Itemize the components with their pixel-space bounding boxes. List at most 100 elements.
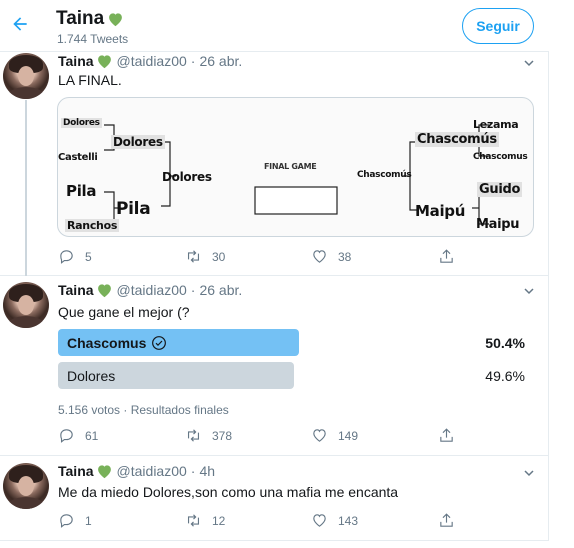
retweet-icon xyxy=(187,429,200,442)
like-icon xyxy=(313,429,326,442)
profile-header: Taina 1.744 Tweets Seguir xyxy=(0,0,549,52)
green-heart-icon xyxy=(97,465,111,479)
avatar[interactable] xyxy=(3,53,49,99)
reply-button[interactable]: 1 xyxy=(58,512,92,529)
tweet-text: Que gane el mejor (? xyxy=(58,304,190,320)
reply-count: 1 xyxy=(85,513,92,528)
like-button[interactable]: 143 xyxy=(311,512,358,529)
chevron-down-icon[interactable] xyxy=(523,467,535,479)
author-handle[interactable]: @taidiaz00 xyxy=(117,53,187,69)
bracket-team: Ranchos xyxy=(65,219,120,232)
next-tweet-edge xyxy=(0,541,549,548)
like-icon xyxy=(313,514,326,527)
poll-option: Chascomus 50.4% xyxy=(58,329,525,356)
reply-button[interactable]: 5 xyxy=(58,248,92,265)
retweet-count: 378 xyxy=(212,428,233,443)
reply-button[interactable]: 61 xyxy=(58,427,98,444)
bracket-team: Guido xyxy=(477,182,523,197)
tweet[interactable]: Taina @taidiaz00 · 26 abr. LA FINAL. Dol… xyxy=(0,52,549,276)
meta-dot: · xyxy=(190,463,196,479)
tweet[interactable]: Taina @taidiaz00 · 4h Me da miedo Dolore… xyxy=(0,456,549,541)
bracket-team: Dolores xyxy=(61,118,102,128)
bracket-image[interactable]: Dolores Castelli Pila Ranchos Dolores Pi… xyxy=(57,97,534,237)
retweet-icon xyxy=(187,250,200,263)
tweet-date[interactable]: 4h xyxy=(199,463,215,479)
like-count: 143 xyxy=(338,513,359,528)
bracket-team: Chascomús xyxy=(415,132,499,147)
reply-icon xyxy=(60,250,73,264)
like-icon xyxy=(313,250,326,263)
profile-name: Taina xyxy=(56,8,105,29)
profile-timeline: Taina 1.744 Tweets Seguir Taina @taidiaz… xyxy=(0,0,549,548)
bracket-team: Maipu xyxy=(476,217,520,232)
author-name[interactable]: Taina xyxy=(58,463,94,479)
retweet-icon xyxy=(187,514,200,527)
tweet-actions: 61 378 149 xyxy=(58,427,458,445)
meta-dot: · xyxy=(190,53,196,69)
tweet-header: Taina @taidiaz00 · 26 abr. xyxy=(58,282,242,298)
bracket-team: Maipú xyxy=(415,202,466,220)
retweet-button[interactable]: 30 xyxy=(185,248,225,265)
green-heart-icon xyxy=(109,13,123,27)
back-button[interactable] xyxy=(6,10,34,38)
like-count: 149 xyxy=(338,428,359,443)
tweet-header: Taina @taidiaz00 · 26 abr. xyxy=(58,53,242,69)
reply-icon xyxy=(60,429,73,443)
tweet[interactable]: Taina @taidiaz00 · 26 abr. Que gane el m… xyxy=(0,276,549,456)
avatar[interactable] xyxy=(3,463,49,509)
check-circle-icon xyxy=(152,336,167,350)
like-count: 38 xyxy=(338,249,352,264)
author-name[interactable]: Taina xyxy=(58,53,94,69)
bracket-team: Pila xyxy=(66,182,97,200)
chevron-down-icon[interactable] xyxy=(523,57,535,69)
tweet-header: Taina @taidiaz00 · 4h xyxy=(58,463,215,479)
share-icon xyxy=(440,249,453,263)
tweet-actions: 5 30 38 xyxy=(58,248,458,266)
share-button[interactable] xyxy=(438,512,455,529)
retweet-count: 12 xyxy=(212,513,226,528)
tweet-count: 1.744 Tweets xyxy=(57,32,129,46)
meta-dot: · xyxy=(190,282,196,298)
poll-option-text: Chascomus xyxy=(67,335,147,351)
poll-option-label: Dolores xyxy=(67,368,115,384)
follow-button[interactable]: Seguir xyxy=(462,8,534,44)
bracket-team: Pila xyxy=(116,199,151,219)
author-name[interactable]: Taina xyxy=(58,282,94,298)
share-icon xyxy=(440,428,453,442)
reply-count: 5 xyxy=(85,249,92,264)
author-handle[interactable]: @taidiaz00 xyxy=(117,282,187,298)
tweet-text: Me da miedo Dolores,son como una mafia m… xyxy=(58,484,399,500)
retweet-button[interactable]: 12 xyxy=(185,512,225,529)
poll-percentage: 49.6% xyxy=(485,368,525,384)
bracket-team: Dolores xyxy=(162,170,212,184)
bracket-team: Lezama xyxy=(473,118,519,131)
share-icon xyxy=(440,513,453,527)
retweet-button[interactable]: 378 xyxy=(185,427,232,444)
tweet-actions: 1 12 143 xyxy=(58,512,458,530)
tweet-date[interactable]: 26 abr. xyxy=(199,282,242,298)
tweet-date[interactable]: 26 abr. xyxy=(199,53,242,69)
share-button[interactable] xyxy=(438,248,455,265)
avatar[interactable] xyxy=(3,282,49,328)
poll-option: Dolores 49.6% xyxy=(58,362,525,389)
author-handle[interactable]: @taidiaz00 xyxy=(117,463,187,479)
like-button[interactable]: 149 xyxy=(311,427,358,444)
bracket-team: Castelli xyxy=(58,152,98,163)
chevron-down-icon[interactable] xyxy=(523,285,535,297)
bracket-team: Dolores xyxy=(111,135,165,149)
thread-line xyxy=(25,100,27,276)
poll-option-label: Chascomus xyxy=(67,335,167,351)
share-button[interactable] xyxy=(438,427,455,444)
like-button[interactable]: 38 xyxy=(311,248,351,265)
bracket-team: Chascomús xyxy=(357,170,412,180)
arrow-left-icon xyxy=(13,17,27,31)
tweet-text: LA FINAL. xyxy=(58,72,122,88)
poll-percentage: 50.4% xyxy=(485,335,525,351)
reply-count: 61 xyxy=(85,428,99,443)
final-game-label: FINAL GAME xyxy=(264,162,317,171)
green-heart-icon xyxy=(97,55,111,69)
poll-option-text: Dolores xyxy=(67,368,116,384)
profile-title: Taina xyxy=(56,8,124,30)
reply-icon xyxy=(60,514,73,528)
retweet-count: 30 xyxy=(212,249,226,264)
